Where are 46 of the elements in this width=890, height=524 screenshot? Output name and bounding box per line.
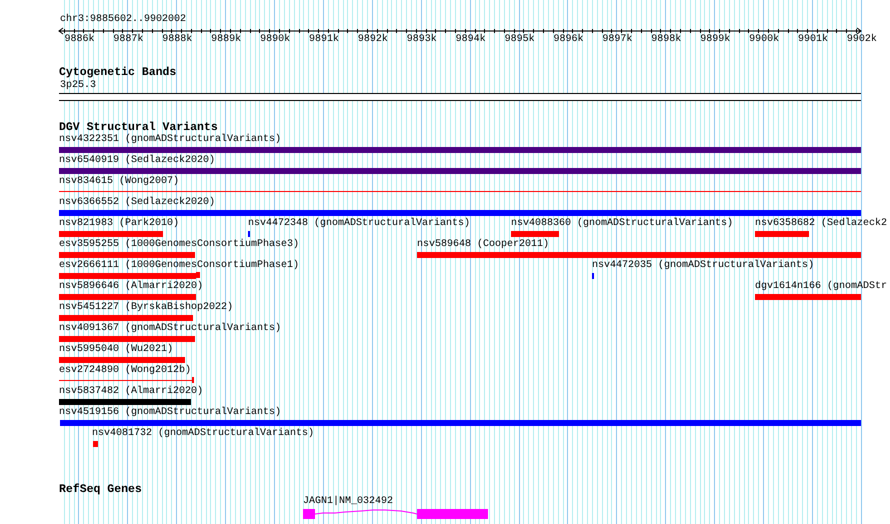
variant-label: nsv4091367 (gnomADStructuralVariants) xyxy=(59,323,282,335)
tick-label: 9892k xyxy=(358,34,388,46)
variant-label: nsv4519156 (gnomADStructuralVariants) xyxy=(59,407,282,419)
tick-label: 9888k xyxy=(162,34,192,46)
tick-label: 9897k xyxy=(602,34,632,46)
variant-label: nsv821983 (Park2010) xyxy=(59,218,180,230)
variant-label: nsv6358682 (Sedlazeck2 xyxy=(755,218,888,230)
tick-label: 9889k xyxy=(211,34,242,46)
variant-label: esv3595255 (1000GenomesConsortiumPhase3) xyxy=(59,239,300,251)
variant-label: nsv4081732 (gnomADStructuralVariants) xyxy=(92,428,314,440)
track-title: RefSeq Genes xyxy=(59,483,142,497)
gene-label: JAGN1|NM_032492 xyxy=(303,496,394,508)
variant-label: nsv4088360 (gnomADStructuralVariants) xyxy=(511,218,734,230)
tick-label: 9890k xyxy=(260,34,290,46)
variant-label: esv2724890 (Wong2012b) xyxy=(59,365,192,377)
variant-label: nsv834615 (Wong2007) xyxy=(59,176,180,188)
track-title: Cytogenetic Bands xyxy=(59,66,176,80)
variant-label: esv2666111 (1000GenomesConsortiumPhase1) xyxy=(59,260,300,272)
tick-label: 9899k xyxy=(700,34,730,46)
track-title: DGV Structural Variants xyxy=(59,121,218,134)
variant-label: nsv5896646 (Almarri2020) xyxy=(59,281,204,293)
variant-label: nsv4472035 (gnomADStructuralVariants) xyxy=(592,260,814,272)
variant-label: nsv5837482 (Almarri2020) xyxy=(59,386,204,398)
tick-label: 9895k xyxy=(504,34,535,46)
end-tick xyxy=(192,377,194,383)
tick-label: 9896k xyxy=(553,34,584,46)
end-tick xyxy=(196,272,200,278)
tick-label: 9886k xyxy=(64,34,94,46)
variant-label: nsv4472348 (gnomADStructuralVariants) xyxy=(248,218,470,230)
tick-label: 9902k xyxy=(846,34,877,46)
tick-label: 9898k xyxy=(651,34,682,46)
tick-label: 9887k xyxy=(113,34,144,46)
tick-label: 9900k xyxy=(749,34,780,46)
variant-label: dgv1614n166 (gnomADStr xyxy=(755,281,888,293)
variant-label: nsv589648 (Cooper2011) xyxy=(417,239,550,251)
variant-label: nsv5995040 (Wu2021) xyxy=(59,344,174,356)
tick-label: 9894k xyxy=(456,34,486,46)
band-label: 3p25.3 xyxy=(60,80,96,92)
tick-label: 9891k xyxy=(308,34,339,46)
location-label: chr3:9885602..9902002 xyxy=(60,14,186,26)
tick-label: 9901k xyxy=(798,34,828,46)
tick-label: 9893k xyxy=(406,34,437,46)
variant-label: nsv6366552 (Sedlazeck2020) xyxy=(59,197,216,209)
variant-label: nsv4322351 (gnomADStructuralVariants) xyxy=(59,134,282,146)
variant-label: nsv6540919 (Sedlazeck2020) xyxy=(59,155,216,167)
variant-label: nsv5451227 (ByrskaBishop2022) xyxy=(59,302,234,314)
